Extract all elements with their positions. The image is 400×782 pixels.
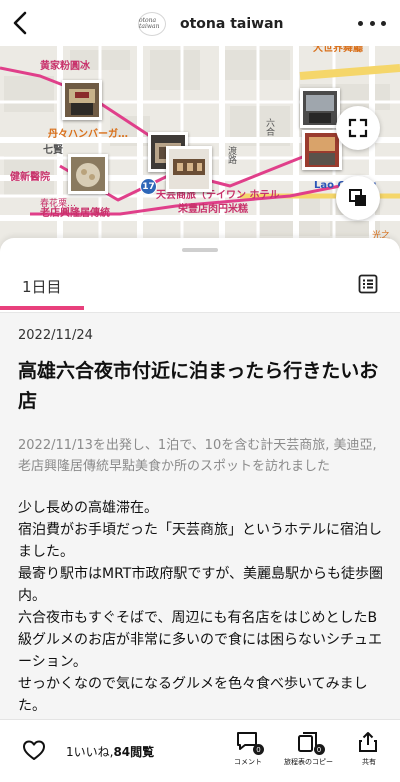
spot-photo-thumb[interactable] [166, 146, 212, 192]
body-line: 六合夜市もすぐそばで、周辺にも有名店をはじめとしたB級グルメのお店が非常に多いの… [18, 610, 382, 670]
map-label-noodles: 栄豊店肉円米糕 [178, 204, 248, 215]
itinerary-sheet: 1日目 2022/11/24 高雄六合夜市付近に泊まったら行きたいお店 2022… [0, 238, 400, 782]
map-label-department-store: 大世界舞廳 [313, 46, 363, 54]
trip-summary: 2022/11/13を出発し、1泊で、10を含む計天芸商旅, 美迪亞, 老店興隆… [18, 438, 377, 474]
trip-body: 少し長めの高雄滞在。 宿泊費がお手頃だった「天芸商旅」というホテルに宿泊しました… [18, 497, 388, 717]
photo-icon [65, 83, 99, 117]
route-map[interactable]: 大世界舞廳 黄家粉圓冰 丹々ハンバーガ… 七賢 健新醫院 春花栗… 老店興隆居傳… [0, 46, 400, 256]
fullscreen-button[interactable] [336, 106, 380, 150]
sheet-drag-handle[interactable] [182, 248, 218, 252]
like-button[interactable] [22, 739, 46, 761]
copy-count-badge: 0 [313, 744, 325, 755]
photo-icon [71, 157, 105, 191]
spot-photo-thumb[interactable] [300, 88, 340, 128]
trip-detail-screen: otona taiwan otona taiwan 大世界舞廳 黄家粉圓冰 丹々… [0, 0, 400, 782]
list-icon [358, 274, 378, 294]
share-icon [359, 732, 377, 752]
action-bar: 1いいね,84閲覧 0 コメント 0 旅程表のコピー 共有 [0, 719, 400, 782]
body-line: 少し長めの高雄滞在。 [18, 500, 158, 516]
trip-title: 高雄六合夜市付近に泊まったら行きたいお店 [18, 360, 379, 412]
spot-photo-thumb[interactable] [62, 80, 102, 120]
map-label-road-2: 渡路 [226, 146, 236, 164]
brand[interactable]: otona taiwan otona taiwan [138, 12, 284, 36]
body-line: せっかくなので気になるグルメを色々食べ歩いてみました。 [18, 676, 368, 714]
photo-icon [169, 149, 209, 189]
comment-count-badge: 0 [253, 744, 264, 755]
photo-icon [303, 91, 337, 125]
chevron-left-icon [13, 11, 27, 35]
share-button[interactable]: 共有 [357, 731, 381, 767]
expand-icon [348, 118, 368, 138]
trip-content: 2022/11/24 高雄六合夜市付近に泊まったら行きたいお店 2022/11/… [0, 313, 400, 719]
layers-button[interactable] [336, 176, 380, 220]
more-icon [358, 20, 363, 26]
likes-count: 1いいね, [66, 745, 114, 759]
day-tab-bar: 1日目 [0, 268, 400, 312]
active-tab-indicator [0, 306, 84, 310]
map-label-burger: 丹々ハンバーガ… [48, 129, 128, 140]
body-line: 最寄り駅市はMRT市政府駅ですが、美麗島駅からも徒歩圏内。 [18, 566, 384, 604]
photo-icon [305, 133, 339, 167]
body-line: 宿泊費がお手頃だった「天芸商旅」というホテルに宿泊しました。 [18, 522, 382, 560]
spot-photo-thumb[interactable] [68, 154, 108, 194]
engagement-stats: 1いいね,84閲覧 [66, 743, 154, 760]
map-label-oldshop: 老店興隆居傳統 [40, 208, 110, 219]
brand-name: otona taiwan [180, 16, 284, 32]
layers-icon [349, 189, 366, 206]
share-label: 共有 [362, 758, 376, 766]
spot-photo-thumb[interactable] [302, 130, 342, 170]
heart-icon [23, 740, 45, 760]
map-label-chicken-shop: 黄家粉圓冰 [40, 61, 90, 72]
copy-itinerary-button[interactable]: 0 旅程表のコピー [284, 731, 333, 767]
comment-label: コメント [234, 758, 262, 766]
more-options-button[interactable] [358, 14, 386, 32]
map-label-qixian: 七賢 [43, 145, 63, 156]
route-number-badge: 17 [140, 178, 157, 195]
map-label-hotel: 天芸商旅（テイワン ホテル [156, 190, 280, 201]
copy-label: 旅程表のコピー [284, 758, 333, 766]
top-header: otona taiwan otona taiwan [0, 0, 400, 46]
map-label-road: 六合 [264, 118, 274, 136]
back-button[interactable] [6, 8, 34, 38]
tab-day-1[interactable]: 1日目 [22, 276, 62, 297]
trip-date: 2022/11/24 [18, 328, 93, 343]
comment-button[interactable]: 0 コメント [234, 731, 264, 767]
map-label-hospital: 健新醫院 [10, 172, 50, 183]
schedule-list-button[interactable] [358, 274, 380, 296]
brand-logo: otona taiwan [138, 12, 166, 36]
views-count: 84閲覧 [113, 745, 155, 759]
